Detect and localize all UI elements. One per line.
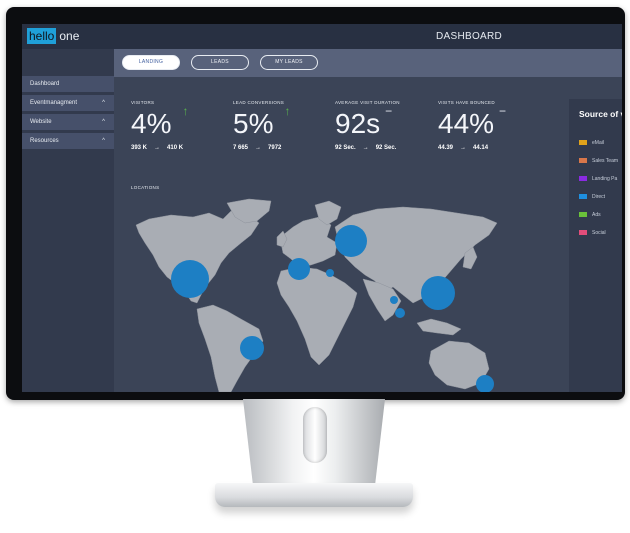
tab-my-leads[interactable]: MY LEADS: [260, 55, 318, 70]
legend-swatch: [579, 212, 587, 217]
sidebar-item-eventmanagment[interactable]: Eventmanagment ^: [22, 95, 114, 111]
legend-swatch: [579, 140, 587, 145]
bubble-north-america[interactable]: [171, 260, 209, 298]
kpi-range-from: 44.39: [438, 145, 454, 151]
kpi-range-from: 92 Sec.: [335, 145, 356, 151]
sidebar-item-resources[interactable]: Resources ^: [22, 133, 114, 149]
monitor-frame: hello one DASHBOARD Dashboard Eventmanag…: [6, 7, 625, 400]
legend-label: Ads: [592, 211, 601, 218]
chevron-up-icon[interactable]: ^: [102, 133, 105, 149]
kpi-range-to: 92 Sec.: [375, 145, 397, 151]
kpi-value-text: 92s: [335, 108, 381, 139]
bubble-europe[interactable]: [288, 258, 310, 280]
map-indonesia: [416, 318, 462, 336]
world-map[interactable]: [131, 197, 503, 392]
legend-label: Sales Team: [592, 157, 619, 164]
arrow-right-icon: →: [460, 145, 467, 151]
legend-item-sales-team[interactable]: Sales Team: [579, 157, 618, 164]
kpi-range-to: 410 K: [167, 145, 184, 151]
monitor-stand-base: [215, 483, 413, 507]
top-bar: hello one DASHBOARD: [22, 24, 622, 49]
sidebar-item-dashboard[interactable]: Dashboard: [22, 76, 114, 92]
kpi-label: VISITORS: [131, 100, 155, 105]
logo-one: one: [59, 29, 80, 43]
kpi-value: 4% ↑: [131, 104, 188, 140]
app-logo[interactable]: hello one: [27, 28, 79, 44]
legend-swatch: [579, 194, 587, 199]
sidebar: Dashboard Eventmanagment ^ Website ^ Res…: [22, 49, 114, 392]
trend-up-icon: ↑: [182, 104, 189, 118]
locations-label: LOCATIONS: [131, 185, 160, 190]
kpi-value-text: 4%: [131, 108, 172, 139]
kpi-visits-bounced: VISITS HAVE BOUNCED 44% − 44.39 → 44.14: [438, 100, 538, 151]
kpi-label: LEAD CONVERSIONS: [233, 100, 285, 105]
legend-swatch: [579, 230, 587, 235]
arrow-right-icon: →: [154, 145, 161, 151]
legend-swatch: [579, 158, 587, 163]
map-europe: [280, 216, 338, 268]
sidebar-item-label: Dashboard: [30, 81, 60, 87]
kpi-range-to: 44.14: [473, 145, 489, 151]
sidebar-item-label: Resources: [30, 138, 59, 144]
screen: hello one DASHBOARD Dashboard Eventmanag…: [22, 24, 622, 392]
kpi-range-to: 7972: [268, 145, 282, 151]
trend-flat-icon: −: [385, 104, 393, 118]
bubble-turkey[interactable]: [326, 269, 334, 277]
monitor-stand-slot: [303, 407, 327, 463]
bubble-india-south[interactable]: [395, 308, 405, 318]
bubble-south-america[interactable]: [240, 336, 264, 360]
legend-label: Direct: [592, 193, 606, 200]
source-title: Source of v: [579, 109, 622, 119]
kpi-range-from: 393 K: [131, 145, 148, 151]
kpi-lead-conversions: LEAD CONVERSIONS 5% ↑ 7 665 → 7972: [233, 100, 333, 151]
kpi-range: 7 665 → 7972: [233, 145, 333, 151]
main-content: VISITORS 4% ↑ 393 K → 410 K LEAD CONVERS…: [114, 77, 569, 392]
legend-label: Social: [592, 229, 606, 236]
trend-flat-icon: −: [499, 104, 507, 118]
kpi-value-text: 44%: [438, 108, 495, 139]
kpi-label: VISITS HAVE BOUNCED: [438, 100, 495, 105]
legend-item-ads[interactable]: Ads: [579, 211, 601, 218]
kpi-range: 393 K → 410 K: [131, 145, 231, 151]
arrow-right-icon: →: [255, 145, 262, 151]
bubble-russia[interactable]: [335, 225, 367, 257]
kpi-value-text: 5%: [233, 108, 274, 139]
legend-item-email[interactable]: eMail: [579, 139, 604, 146]
tab-landing[interactable]: LANDING: [122, 55, 180, 70]
kpi-value: 44% −: [438, 104, 506, 140]
source-panel: Source of v eMail Sales Team Landing Pa …: [569, 99, 622, 392]
page-title: DASHBOARD: [436, 31, 503, 42]
bubble-east-asia[interactable]: [421, 276, 455, 310]
trend-up-icon: ↑: [284, 104, 291, 118]
legend-label: Landing Pa: [592, 175, 618, 182]
legend-item-landing-page[interactable]: Landing Pa: [579, 175, 617, 182]
kpi-average-visit-duration: AVERAGE VISIT DURATION 92s − 92 Sec. → 9…: [335, 100, 435, 151]
kpi-range: 44.39 → 44.14: [438, 145, 538, 151]
arrow-right-icon: →: [362, 145, 369, 151]
legend-item-direct[interactable]: Direct: [579, 193, 605, 200]
chevron-up-icon[interactable]: ^: [102, 114, 105, 130]
map-africa: [276, 266, 358, 366]
bubble-india-north[interactable]: [390, 296, 398, 304]
legend-item-social[interactable]: Social: [579, 229, 606, 236]
sidebar-item-label: Eventmanagment: [30, 100, 78, 106]
sidebar-item-website[interactable]: Website ^: [22, 114, 114, 130]
sidebar-item-label: Website: [30, 119, 52, 125]
logo-hello: hello: [27, 28, 57, 44]
kpi-range: 92 Sec. → 92 Sec.: [335, 145, 435, 151]
kpi-visitors: VISITORS 4% ↑ 393 K → 410 K: [131, 100, 231, 151]
legend-swatch: [579, 176, 587, 181]
kpi-range-from: 7 665: [233, 145, 249, 151]
tab-leads[interactable]: LEADS: [191, 55, 249, 70]
tab-bar: LANDING LEADS MY LEADS: [114, 49, 622, 77]
kpi-value: 92s −: [335, 104, 392, 140]
kpi-value: 5% ↑: [233, 104, 290, 140]
legend-label: eMail: [592, 139, 604, 146]
chevron-up-icon[interactable]: ^: [102, 95, 105, 111]
